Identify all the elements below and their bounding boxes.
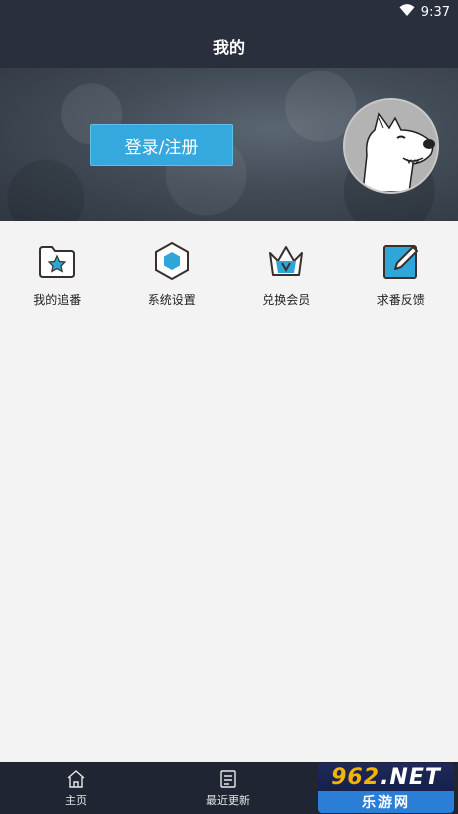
watermark-logo: 962 .NET [318,763,454,791]
menu-item-my-follows[interactable]: 我的追番 [0,221,115,321]
nav-item-recent-updates[interactable]: 最近更新 [152,762,304,814]
watermark-suffix: .NET [380,764,441,790]
status-time: 9:37 [420,4,450,20]
site-watermark: 962 .NET 乐游网 [318,763,454,813]
page-title: 我的 [212,38,245,57]
profile-banner: 登录/注册 [0,68,458,221]
menu-item-redeem-vip[interactable]: 兑换会员 [229,221,344,321]
menu-item-request-feedback[interactable]: 求番反馈 [344,221,458,321]
title-bar: 我的 [0,24,458,68]
watermark-text: 乐游网 [318,791,454,813]
nav-label: 主页 [65,794,87,807]
hexagon-settings-icon [154,241,189,281]
avatar[interactable] [343,98,439,194]
status-right: 9:37 [399,3,450,21]
menu-item-system-settings[interactable]: 系统设置 [115,221,230,321]
home-icon [67,770,85,788]
wifi-icon [399,3,415,21]
folder-star-icon [39,246,76,278]
nav-item-home[interactable]: 主页 [0,762,152,814]
menu-label: 兑换会员 [262,293,311,307]
document-icon [220,770,236,788]
watermark-number: 962 [331,764,381,790]
crown-vip-icon [269,246,304,276]
edit-feedback-icon [382,245,418,279]
menu-label: 求番反馈 [376,293,425,307]
nav-label: 最近更新 [206,794,250,807]
menu-row: 我的追番 系统设置 兑换会员 求番反馈 [0,221,458,321]
menu-label: 我的追番 [33,293,82,307]
dog-avatar-icon [345,100,437,192]
menu-label: 系统设置 [147,293,196,307]
login-register-button[interactable]: 登录/注册 [90,124,233,166]
status-bar: 9:37 [0,0,458,24]
